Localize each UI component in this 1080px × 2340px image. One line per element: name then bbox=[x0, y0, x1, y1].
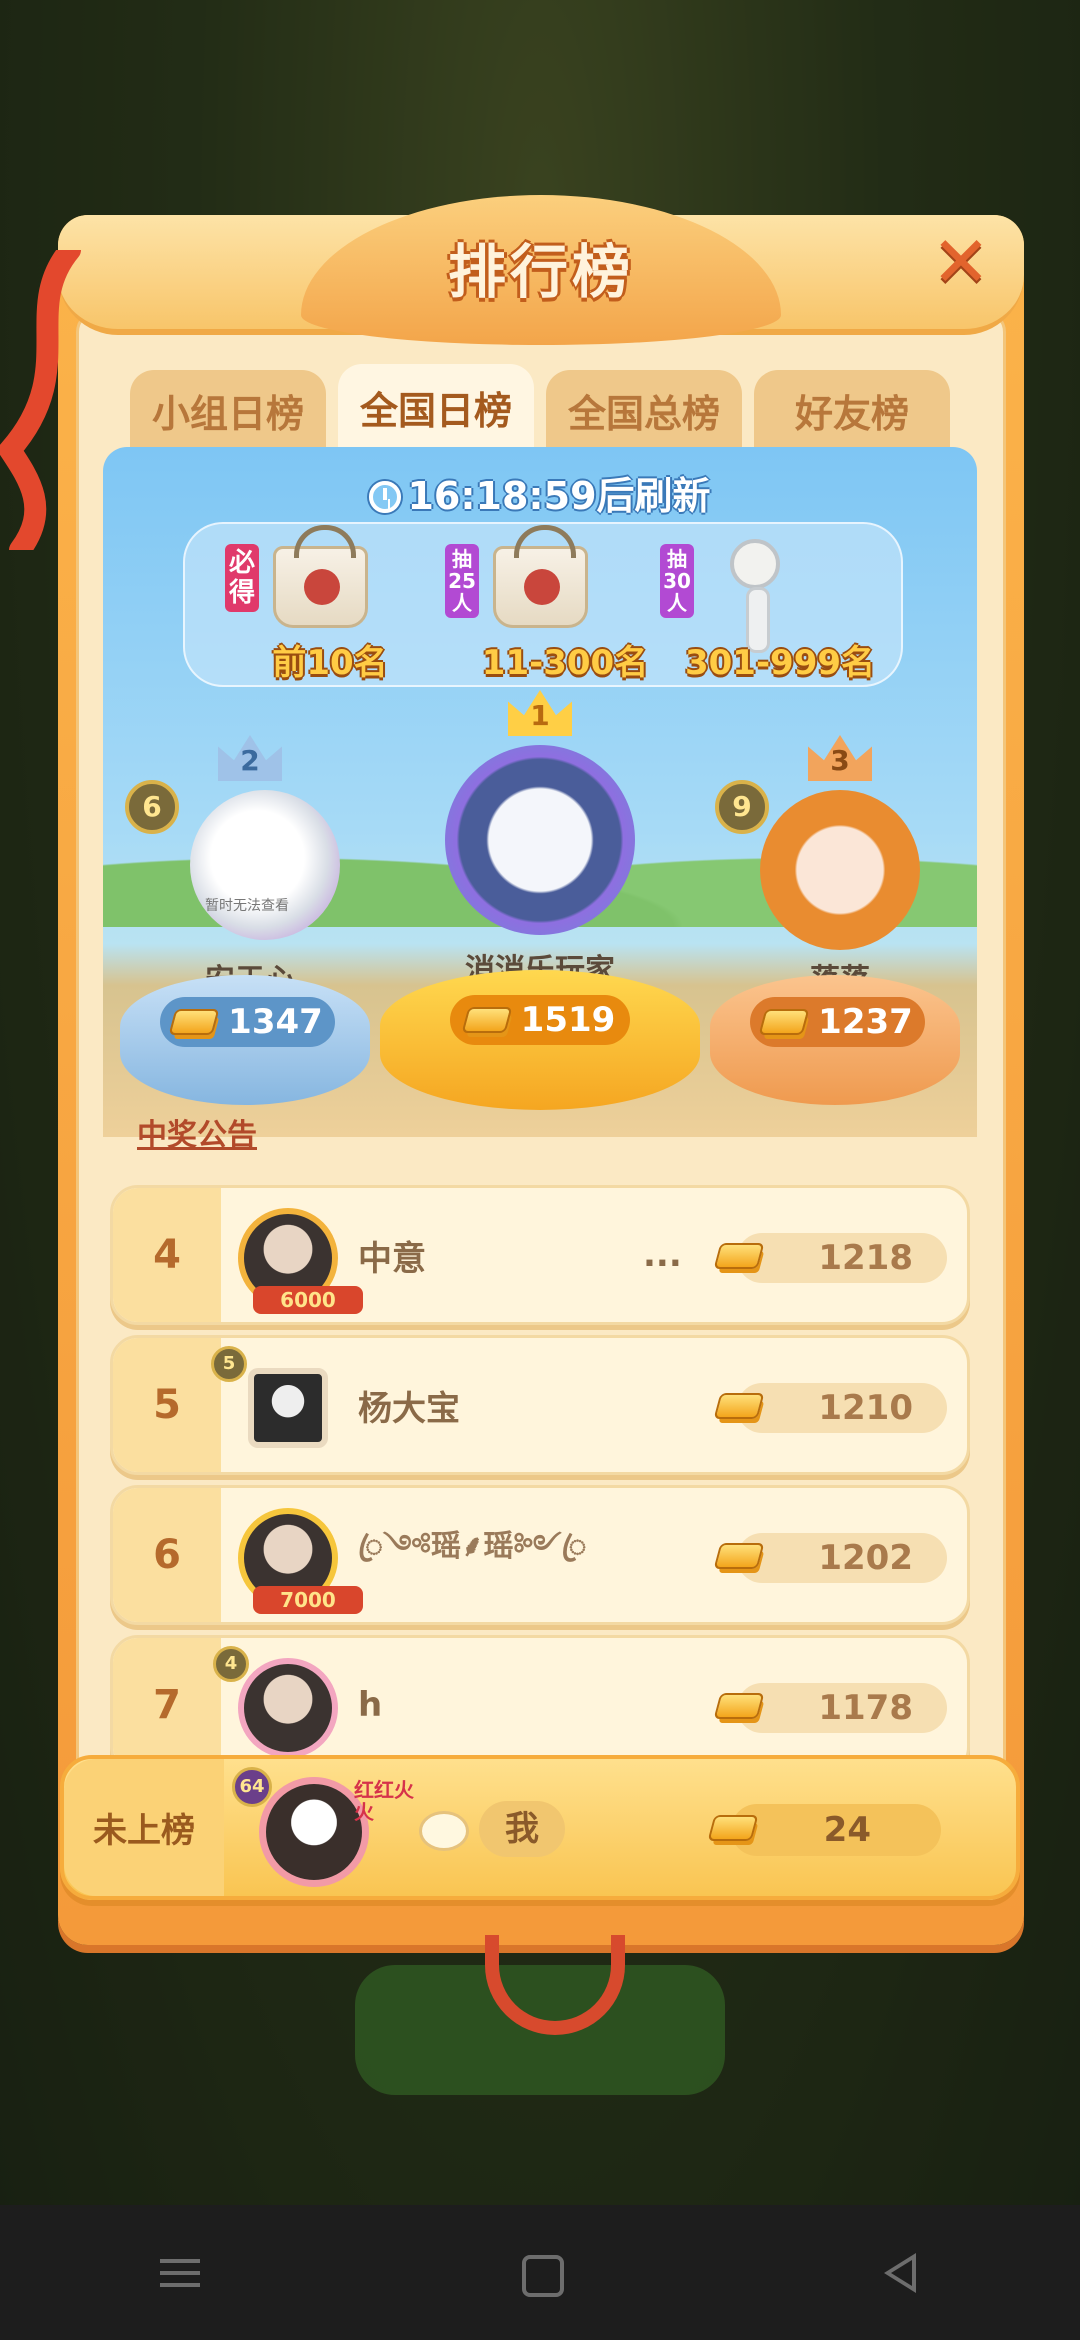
score-value: 1347 bbox=[228, 1002, 323, 1042]
score-pill: 1237 bbox=[750, 997, 925, 1047]
refresh-countdown: 16:18:59后刷新 bbox=[103, 465, 977, 520]
fan-icon bbox=[730, 539, 780, 653]
row-name: 杨大宝 bbox=[358, 1388, 460, 1429]
row-score: 1178 bbox=[713, 1683, 947, 1733]
table-row[interactable]: 7 4 h 1178 bbox=[110, 1635, 970, 1775]
gold-ingot-icon bbox=[713, 1243, 765, 1269]
reward-tag: 抽30人 bbox=[660, 544, 694, 618]
level-badge: 5 bbox=[211, 1346, 247, 1382]
countdown-text: 16:18:59后刷新 bbox=[407, 474, 711, 518]
avatar[interactable] bbox=[248, 1368, 328, 1448]
row-rank: 5 bbox=[113, 1338, 221, 1472]
reward-tag: 必得 bbox=[225, 544, 259, 612]
gold-ingot-icon bbox=[707, 1815, 759, 1841]
row-name: 中意 bbox=[358, 1238, 426, 1279]
avatar[interactable] bbox=[760, 790, 920, 950]
tab-national-total[interactable]: 全国总榜 bbox=[546, 370, 742, 450]
row-rank: 6 bbox=[113, 1488, 221, 1622]
table-row[interactable]: 4 6000 中意 ... 1218 bbox=[110, 1185, 970, 1325]
frame-badge: 7000 bbox=[253, 1586, 363, 1614]
crown-icon: 3 bbox=[808, 735, 872, 781]
tab-group-daily[interactable]: 小组日榜 bbox=[130, 370, 326, 450]
level-badge: 4 bbox=[213, 1646, 249, 1682]
reward-top10[interactable]: 必得 前10名 bbox=[225, 525, 445, 684]
bag-icon bbox=[493, 525, 588, 628]
avatar[interactable] bbox=[238, 1658, 338, 1758]
row-score: 1210 bbox=[713, 1383, 947, 1433]
score-value: 1218 bbox=[818, 1238, 913, 1278]
my-name: 我 bbox=[479, 1801, 565, 1857]
rabbit-icon bbox=[419, 1811, 469, 1851]
row-score: 1218 bbox=[713, 1233, 947, 1283]
table-row[interactable]: 5 5 杨大宝 1210 bbox=[110, 1335, 970, 1475]
ranking-list: 4 6000 中意 ... 1218 5 5 杨大宝 1210 6 7000 ꦿ… bbox=[110, 1185, 970, 1785]
frame-text: 红红火火 bbox=[354, 1778, 414, 1824]
score-value: 1178 bbox=[818, 1688, 913, 1728]
reward-11-300[interactable]: 抽25人 11-300名 bbox=[445, 525, 665, 684]
avatar[interactable] bbox=[259, 1777, 369, 1887]
score-pill: 1519 bbox=[450, 995, 630, 1045]
level-badge: 64 bbox=[232, 1767, 272, 1807]
tab-national-daily[interactable]: 全国日榜 bbox=[338, 364, 534, 450]
score-value: 1210 bbox=[818, 1388, 913, 1428]
score-value: 1519 bbox=[520, 1000, 616, 1040]
avatar[interactable] bbox=[445, 745, 635, 935]
announcement-link[interactable]: 中奖公告 bbox=[137, 1110, 257, 1154]
my-rank-label: 未上榜 bbox=[64, 1759, 224, 1896]
podium-first[interactable]: 1 消消乐玩家 1519 bbox=[380, 690, 700, 1110]
row-rank: 4 bbox=[113, 1188, 221, 1322]
score-value: 1202 bbox=[818, 1538, 913, 1578]
gold-ingot-icon bbox=[713, 1543, 765, 1569]
row-more: ... bbox=[643, 1235, 682, 1275]
podium-third[interactable]: 3 9 落落 1237 bbox=[710, 735, 970, 1105]
gold-ingot-icon bbox=[713, 1693, 765, 1719]
reward-label: 前10名 bbox=[272, 643, 388, 683]
clock-icon bbox=[369, 481, 402, 513]
avatar[interactable] bbox=[190, 790, 340, 940]
avatar-note: 暂时无法查看 bbox=[205, 898, 289, 914]
my-score: 24 bbox=[707, 1804, 941, 1856]
score-value: 24 bbox=[823, 1810, 871, 1850]
ribbon-decoration bbox=[0, 250, 81, 550]
reward-label: 301-999名 bbox=[684, 643, 876, 683]
gold-ingot-icon bbox=[168, 1009, 220, 1035]
back-icon[interactable] bbox=[860, 2233, 940, 2313]
row-name: h bbox=[358, 1685, 383, 1725]
my-rank-row[interactable]: 未上榜 64 红红火火 我 24 bbox=[60, 1755, 1020, 1900]
podium-second[interactable]: 2 6 暂时无法查看 安于心 1347 bbox=[120, 735, 380, 1105]
reward-label: 11-300名 bbox=[481, 643, 649, 683]
bag-icon bbox=[273, 525, 368, 628]
gold-ingot-icon bbox=[461, 1007, 513, 1033]
reward-301-999[interactable]: 抽30人 301-999名 bbox=[660, 534, 880, 684]
level-badge: 9 bbox=[715, 780, 769, 834]
reward-tag: 抽25人 bbox=[445, 544, 479, 618]
crown-icon: 1 bbox=[508, 690, 572, 736]
row-rank: 7 bbox=[113, 1638, 221, 1772]
level-badge: 6 bbox=[125, 780, 179, 834]
score-value: 1237 bbox=[818, 1002, 913, 1042]
page-title: 排行榜 bbox=[447, 238, 634, 306]
gold-ingot-icon bbox=[713, 1393, 765, 1419]
system-nav-bar bbox=[0, 2205, 1080, 2340]
score-pill: 1347 bbox=[160, 997, 335, 1047]
row-score: 1202 bbox=[713, 1533, 947, 1583]
frame-badge: 6000 bbox=[253, 1286, 363, 1314]
home-icon[interactable] bbox=[500, 2233, 580, 2313]
tab-bar: 小组日榜 全国日榜 全国总榜 好友榜 bbox=[130, 364, 950, 450]
crown-icon: 2 bbox=[218, 735, 282, 781]
tab-friends[interactable]: 好友榜 bbox=[754, 370, 950, 450]
gold-ingot-icon bbox=[758, 1009, 810, 1035]
close-button[interactable]: ✕ bbox=[926, 227, 996, 297]
reward-panel[interactable]: 必得 前10名 抽25人 11-300名 抽30人 301-999名 bbox=[183, 522, 903, 687]
row-name: ꦿ༺瑶⸙瑶༻ꦿ bbox=[358, 1529, 587, 1564]
table-row[interactable]: 6 7000 ꦿ༺瑶⸙瑶༻ꦿ 1202 bbox=[110, 1485, 970, 1625]
menu-icon[interactable] bbox=[140, 2233, 220, 2313]
